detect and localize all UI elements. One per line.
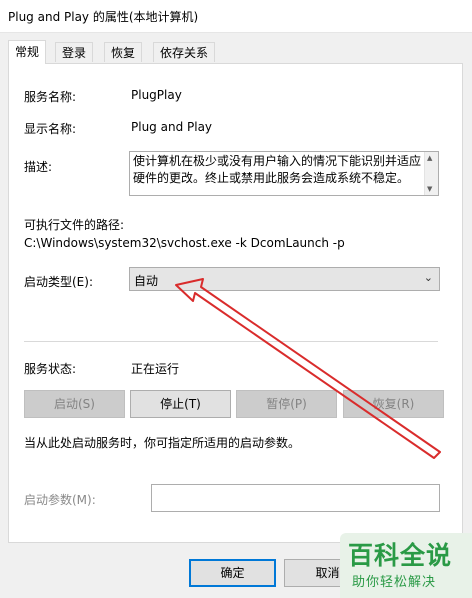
service-name-value: PlugPlay <box>131 88 182 102</box>
startup-type-label: 启动类型(E): <box>24 275 93 289</box>
display-name-value: Plug and Play <box>131 120 213 134</box>
display-name-label: 显示名称: <box>24 122 77 136</box>
startup-type-select[interactable]: 自动 ⌄ <box>129 267 440 291</box>
scroll-down-icon[interactable]: ▼ <box>427 185 432 193</box>
start-button[interactable]: 启动(S) <box>24 390 125 418</box>
description-text: 使计算机在极少或没有用户输入的情况下能识别并适应硬件的更改。终止或禁用此服务会造… <box>133 154 422 185</box>
description-textbox[interactable]: 使计算机在极少或没有用户输入的情况下能识别并适应硬件的更改。终止或禁用此服务会造… <box>129 151 439 196</box>
start-params-hint: 当从此处启动服务时，你可指定所适用的启动参数。 <box>24 436 301 450</box>
title-bar: Plug and Play 的属性(本地计算机) <box>0 0 472 33</box>
description-label: 描述: <box>24 160 53 174</box>
exe-path-label: 可执行文件的路径: <box>24 218 125 232</box>
start-params-input[interactable] <box>151 484 440 512</box>
watermark-logo: 百科全说 助你轻松解决 <box>340 533 472 598</box>
chevron-down-icon: ⌄ <box>423 271 433 284</box>
tab-recovery[interactable]: 恢复 <box>104 42 143 62</box>
pause-button[interactable]: 暂停(P) <box>236 390 337 418</box>
tab-logon[interactable]: 登录 <box>55 42 94 62</box>
divider <box>24 341 438 342</box>
stop-button[interactable]: 停止(T) <box>130 390 231 418</box>
service-status-value: 正在运行 <box>131 362 180 376</box>
startup-type-value: 自动 <box>134 274 159 288</box>
resume-button[interactable]: 恢复(R) <box>343 390 444 418</box>
tab-dependencies[interactable]: 依存关系 <box>153 42 216 62</box>
window-title: Plug and Play 的属性(本地计算机) <box>8 10 199 24</box>
service-status-label: 服务状态: <box>24 362 77 376</box>
watermark-title: 百科全说 <box>348 541 453 570</box>
service-name-label: 服务名称: <box>24 90 77 104</box>
description-scrollbar[interactable]: ▲ ▼ <box>424 152 438 195</box>
general-panel <box>8 63 463 543</box>
exe-path-value: C:\Windows\system32\svchost.exe -k DcomL… <box>24 236 345 250</box>
ok-button[interactable]: 确定 <box>189 559 276 587</box>
tab-general[interactable]: 常规 <box>8 40 47 64</box>
scroll-up-icon[interactable]: ▲ <box>427 154 432 162</box>
watermark-subtitle: 助你轻松解决 <box>352 575 437 590</box>
start-params-label: 启动参数(M): <box>24 493 96 507</box>
